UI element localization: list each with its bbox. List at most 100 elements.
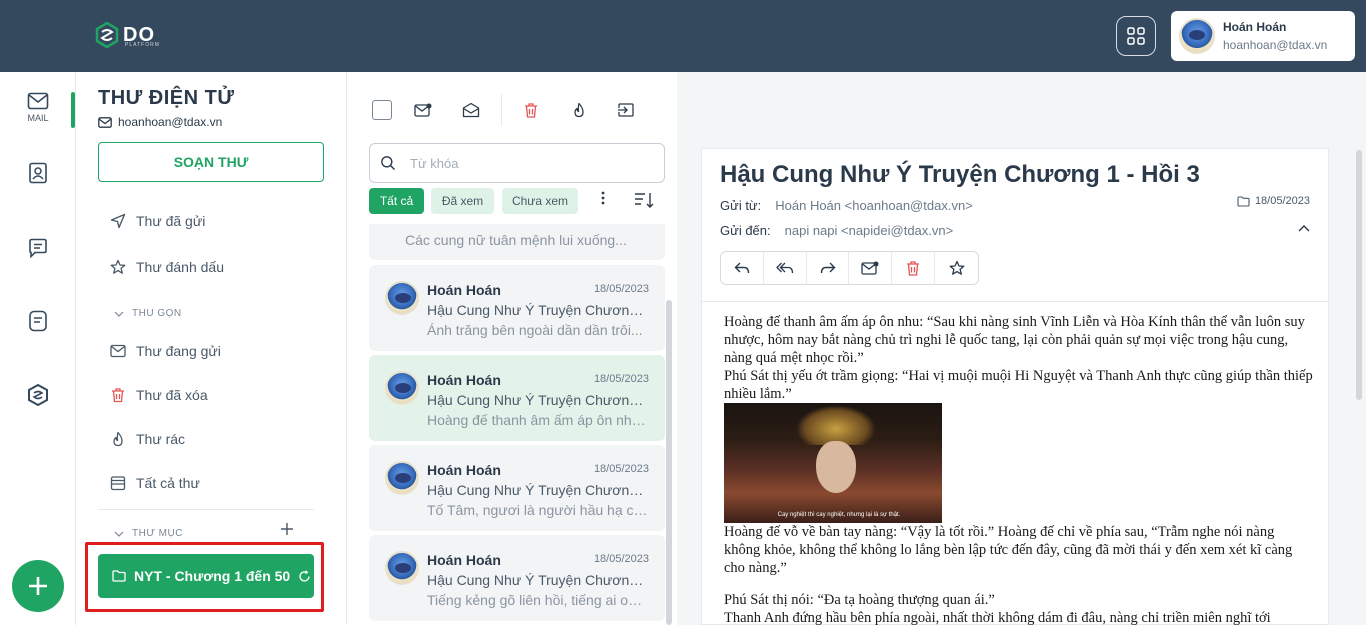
- forward-button[interactable]: [807, 251, 850, 285]
- mail-body: Hoàng đế thanh âm ấm áp ôn nhu: “Sau khi…: [724, 313, 1314, 625]
- rail-mail-label: MAIL: [27, 113, 49, 123]
- divider: [702, 301, 1330, 302]
- folder-trash-label: Thư đã xóa: [136, 387, 208, 403]
- logo[interactable]: DO PLATFORM: [95, 20, 159, 50]
- chevron-up-icon: [1298, 225, 1310, 232]
- mark-unread-button[interactable]: [849, 251, 893, 285]
- user-profile-card[interactable]: Hoán Hoán hoanhoan@tdax.vn: [1171, 11, 1355, 61]
- spam-icon: [574, 102, 584, 118]
- plus-icon: [29, 577, 47, 595]
- search-input[interactable]: [410, 155, 630, 171]
- trash-icon: [907, 260, 920, 276]
- list-item[interactable]: Hoán Hoán 18/05/2023 Hậu Cung Như Ý Truy…: [369, 535, 665, 621]
- avatar: [385, 371, 419, 405]
- reply-all-button[interactable]: [764, 251, 807, 285]
- move-button[interactable]: [615, 99, 637, 121]
- body-image: Cay nghiệt thì cay nghiệt, nhưng lại là …: [724, 403, 942, 523]
- filter-seen[interactable]: Đã xem: [431, 188, 494, 214]
- rail-notes[interactable]: [0, 310, 76, 332]
- reply-button[interactable]: [721, 251, 764, 285]
- rail-chat[interactable]: [0, 238, 76, 258]
- compose-button[interactable]: SOẠN THƯ: [98, 142, 324, 182]
- mail-preview: Ánh trăng bên ngoài dần dần trôi...: [427, 322, 643, 338]
- folder-spam[interactable]: Thư rác: [110, 431, 185, 447]
- body-paragraph: Phú Sát thị nói: “Đa tạ hoàng thượng qua…: [724, 592, 995, 608]
- rail-active-indicator: [71, 92, 75, 128]
- reply-icon: [734, 262, 750, 274]
- list-item-selected[interactable]: Hoán Hoán 18/05/2023 Hậu Cung Như Ý Truy…: [369, 355, 665, 441]
- contacts-icon: [29, 162, 47, 184]
- collapse-header-button[interactable]: [1298, 225, 1310, 232]
- folder-sent-label: Thư đã gửi: [136, 213, 206, 229]
- body-paragraph: Hoàng đế thanh âm ấm áp ôn nhu: “Sau khi…: [724, 314, 1305, 366]
- spam-icon: [113, 431, 123, 447]
- move-folder-icon: [618, 103, 634, 117]
- reader-scrollbar[interactable]: [1356, 150, 1362, 400]
- user-email: hoanhoan@tdax.vn: [1223, 38, 1328, 52]
- mail-preview: Hoàng đế thanh âm ấm áp ôn nhu...: [427, 412, 649, 428]
- star-button[interactable]: [935, 251, 978, 285]
- logo-subtext: PLATFORM: [125, 42, 160, 48]
- folder-all[interactable]: Tất cả thư: [110, 475, 200, 491]
- mail-sender: Hoán Hoán: [427, 282, 501, 298]
- mark-unread-button[interactable]: [412, 99, 434, 121]
- sort-button[interactable]: [634, 192, 654, 208]
- send-icon: [110, 213, 126, 229]
- reading-pane: Hậu Cung Như Ý Truyện Chương 1 - Hồi 3 G…: [677, 72, 1366, 625]
- app-rail: MAIL: [0, 72, 76, 625]
- mail-date-text: 18/05/2023: [1254, 195, 1310, 207]
- more-options-button[interactable]: [601, 191, 605, 205]
- avatar: [385, 281, 419, 315]
- list-scrollbar[interactable]: [666, 300, 672, 625]
- mail-preview: Tiếng kẻng gõ liên hồi, tiếng ai oán...: [427, 592, 649, 608]
- rail-mail[interactable]: MAIL: [0, 92, 76, 123]
- apps-grid-button[interactable]: [1116, 16, 1156, 56]
- mail-date: 18/05/2023: [593, 463, 649, 475]
- chat-icon: [29, 238, 47, 258]
- archive-icon: [110, 476, 126, 491]
- from-value: Hoán Hoán <hoanhoan@tdax.vn>: [775, 198, 973, 213]
- folder-trash[interactable]: Thư đã xóa: [110, 387, 208, 403]
- avatar: [385, 461, 419, 495]
- collapse-toggle[interactable]: THU GỌN: [114, 308, 182, 319]
- add-fab-button[interactable]: [12, 560, 64, 612]
- filter-all[interactable]: Tất cả: [369, 188, 424, 214]
- spam-button[interactable]: [568, 99, 590, 121]
- collapse-label: THU GỌN: [132, 308, 182, 319]
- mark-read-button[interactable]: [460, 99, 482, 121]
- top-bar: DO PLATFORM Hoán Hoán hoanhoan@tdax.vn: [0, 0, 1366, 72]
- avatar: [1179, 18, 1215, 54]
- folders-toggle[interactable]: THƯ MỤC: [114, 528, 183, 539]
- star-icon: [949, 260, 964, 275]
- delete-button[interactable]: [520, 99, 542, 121]
- search-icon: [381, 156, 396, 171]
- mail-date: 18/05/2023: [593, 373, 649, 385]
- rail-platform[interactable]: [0, 384, 76, 406]
- mail-subject: Hậu Cung Như Ý Truyện Chương 1 - Hồi 3: [427, 392, 649, 408]
- folder-outbox[interactable]: Thư đang gửi: [110, 343, 221, 359]
- list-item[interactable]: Hoán Hoán 18/05/2023 Hậu Cung Như Ý Truy…: [369, 265, 665, 351]
- rail-contacts[interactable]: [0, 162, 76, 184]
- mail-list-panel: Tất cả Đã xem Chưa xem Các cung nữ tuân …: [347, 72, 677, 625]
- mail-actions: [720, 251, 979, 285]
- grid-icon: [1127, 27, 1145, 45]
- body-paragraph: Hoàng đế vỗ về bàn tay nàng: “Vậy là tốt…: [724, 524, 1293, 576]
- folder-starred[interactable]: Thư đánh dấu: [110, 259, 224, 275]
- image-headdress: [796, 405, 876, 445]
- trash-icon: [112, 388, 124, 403]
- user-name: Hoán Hoán: [1223, 20, 1287, 34]
- sort-icon: [635, 193, 654, 208]
- reply-all-icon: [775, 262, 793, 274]
- folder-starred-label: Thư đánh dấu: [136, 259, 224, 275]
- envelope-icon: [98, 116, 112, 128]
- list-item[interactable]: Các cung nữ tuân mệnh lui xuống...: [369, 224, 665, 260]
- forward-icon: [820, 262, 836, 274]
- trash-icon: [525, 102, 537, 118]
- filter-unseen[interactable]: Chưa xem: [502, 188, 578, 214]
- to-value: napi napi <napidei@tdax.vn>: [784, 223, 954, 238]
- list-item[interactable]: Hoán Hoán 18/05/2023 Hậu Cung Như Ý Truy…: [369, 445, 665, 531]
- select-all-checkbox[interactable]: [372, 100, 392, 120]
- folder-sent[interactable]: Thư đã gửi: [110, 213, 205, 229]
- delete-button[interactable]: [892, 251, 936, 285]
- add-folder-button[interactable]: [280, 522, 294, 536]
